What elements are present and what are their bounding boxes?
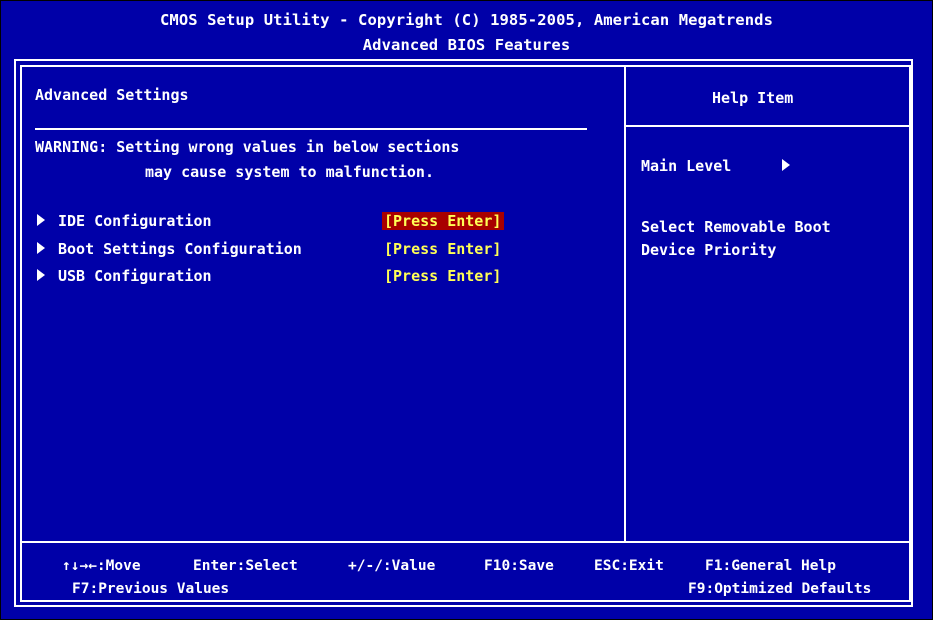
panel-divider <box>624 65 626 542</box>
menu-item-value[interactable]: [Press Enter] <box>382 212 505 230</box>
menu-item-label: Boot Settings Configuration <box>58 240 302 258</box>
footer-save: F10:Save <box>484 558 554 574</box>
help-title: Help Item <box>712 89 794 107</box>
help-divider <box>626 125 911 127</box>
menu-item-value[interactable]: [Press Enter] <box>384 240 501 258</box>
footer-value: +/-/:Value <box>348 558 436 574</box>
section-title: Advanced Settings <box>35 86 189 104</box>
help-description-1: Select Removable Boot <box>641 218 831 236</box>
level-arrow-icon <box>782 159 790 171</box>
footer-general-help: F1:General Help <box>705 558 836 574</box>
menu-item-label: USB Configuration <box>58 267 212 285</box>
warning-line-1: WARNING: Setting wrong values in below s… <box>35 138 460 156</box>
footer-divider <box>20 541 911 543</box>
menu-item-label: IDE Configuration <box>58 212 212 230</box>
warning-line-2: may cause system to malfunction. <box>145 163 434 181</box>
menu-item-value[interactable]: [Press Enter] <box>384 267 501 285</box>
submenu-arrow-icon <box>37 242 45 254</box>
footer-select: Enter:Select <box>193 558 298 574</box>
header-title: CMOS Setup Utility - Copyright (C) 1985-… <box>159 11 774 29</box>
submenu-arrow-icon <box>37 214 45 226</box>
warning-separator <box>35 128 587 130</box>
footer-exit: ESC:Exit <box>594 558 664 574</box>
footer-previous-values: F7:Previous Values <box>72 581 230 597</box>
header-subtitle: Advanced BIOS Features <box>362 36 571 54</box>
submenu-arrow-icon <box>37 269 45 281</box>
footer-optimized-defaults: F9:Optimized Defaults <box>688 581 872 597</box>
help-description-2: Device Priority <box>641 241 777 259</box>
help-level: Main Level <box>641 157 732 175</box>
footer-move: ↑↓→←:Move <box>62 558 141 574</box>
